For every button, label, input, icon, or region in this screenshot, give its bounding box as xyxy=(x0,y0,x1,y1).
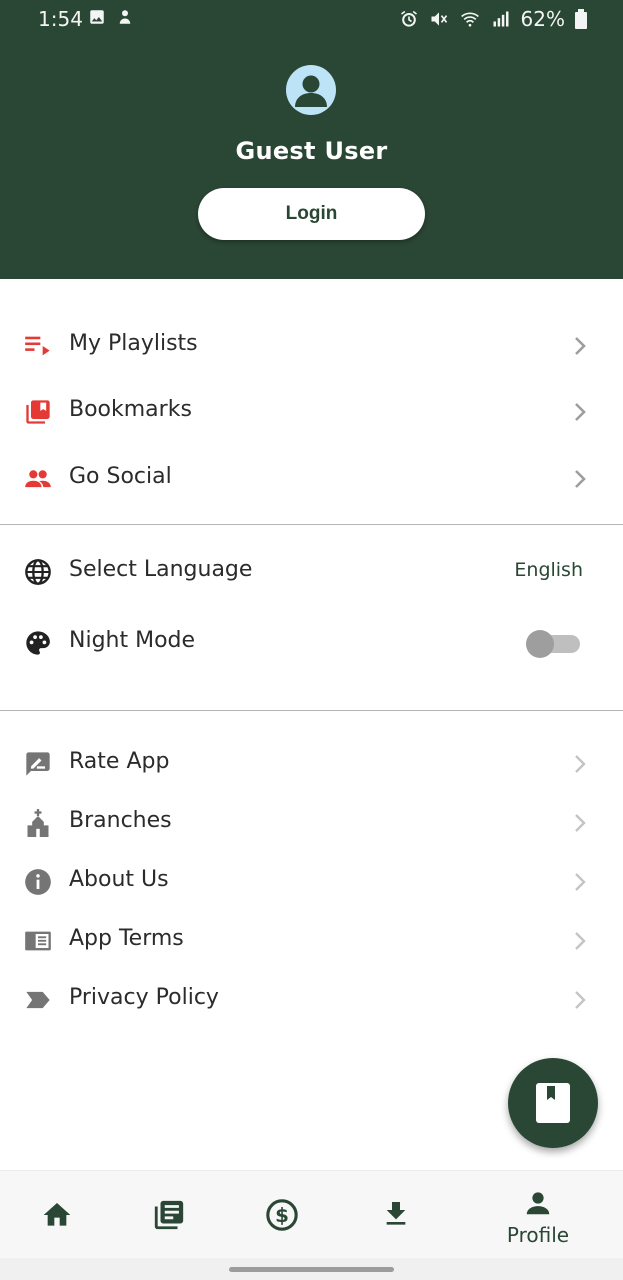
library-books-icon xyxy=(154,1200,184,1230)
wifi-icon xyxy=(460,12,479,27)
church-icon xyxy=(27,809,49,837)
night-mode-label: Night Mode xyxy=(69,628,196,653)
night-mode-row: Night Mode xyxy=(0,613,623,673)
menu-item-label: Rate App xyxy=(69,749,170,774)
menu-item-go-social[interactable]: Go Social xyxy=(0,449,623,509)
avatar[interactable] xyxy=(286,65,336,115)
gallery-icon xyxy=(90,10,104,24)
mute-icon xyxy=(431,12,447,26)
nav-home[interactable] xyxy=(17,1171,97,1259)
menu-item-label: App Terms xyxy=(69,926,184,951)
terms-icon xyxy=(25,931,51,951)
menu-item-label: Privacy Policy xyxy=(69,985,219,1010)
bible-fab-button[interactable] xyxy=(508,1058,598,1148)
label-icon xyxy=(26,991,50,1009)
chevron-right-icon xyxy=(575,814,586,832)
menu-item-rate-app[interactable]: Rate App xyxy=(0,734,623,794)
info-icon xyxy=(25,869,51,895)
dollar-icon: $ xyxy=(266,1199,298,1231)
menu-item-about-us[interactable]: About Us xyxy=(0,852,623,912)
chevron-right-icon xyxy=(575,403,586,421)
chevron-right-icon xyxy=(575,470,586,488)
toggle-knob xyxy=(526,630,554,658)
nav-profile[interactable]: Profile xyxy=(498,1171,578,1259)
select-language-row[interactable]: Select Language English xyxy=(0,542,623,602)
status-bar: 1:54 62% xyxy=(0,0,623,37)
user-avatar-icon xyxy=(295,75,327,107)
language-value[interactable]: English xyxy=(514,559,583,581)
alarm-icon xyxy=(400,10,417,27)
nav-profile-label: Profile xyxy=(506,1223,570,1247)
chevron-right-icon xyxy=(575,755,586,773)
profile-header: Guest User Login xyxy=(0,37,623,279)
rate-review-icon xyxy=(26,752,50,776)
chevron-right-icon xyxy=(575,337,586,355)
select-language-label: Select Language xyxy=(69,557,253,582)
menu-item-label: My Playlists xyxy=(69,331,198,356)
menu-item-label: Bookmarks xyxy=(69,397,192,422)
menu-item-label: About Us xyxy=(69,867,169,892)
menu-item-app-terms[interactable]: App Terms xyxy=(0,911,623,971)
palette-icon xyxy=(26,631,50,655)
playlist-icon xyxy=(25,336,50,356)
menu-item-branches[interactable]: Branches xyxy=(0,793,623,853)
nav-library[interactable] xyxy=(130,1171,210,1259)
svg-text:$: $ xyxy=(275,1204,289,1227)
chevron-right-icon xyxy=(575,991,586,1009)
people-icon xyxy=(25,470,51,488)
menu-item-privacy-policy[interactable]: Privacy Policy xyxy=(0,970,623,1030)
nav-give[interactable]: $ xyxy=(243,1171,323,1259)
section-divider xyxy=(0,710,623,711)
section-divider xyxy=(0,524,623,525)
download-icon xyxy=(386,1202,406,1225)
login-button[interactable]: Login xyxy=(198,188,425,240)
battery-icon xyxy=(575,9,587,29)
status-time: 1:54 xyxy=(38,7,83,31)
battery-percent: 62% xyxy=(520,7,565,31)
nav-downloads[interactable] xyxy=(357,1171,437,1259)
home-gesture-bar[interactable] xyxy=(229,1267,394,1272)
gesture-area xyxy=(0,1258,623,1280)
menu-item-label: Branches xyxy=(69,808,172,833)
book-icon xyxy=(536,1083,570,1123)
home-icon xyxy=(43,1203,71,1226)
menu-item-label: Go Social xyxy=(69,464,172,489)
chevron-right-icon xyxy=(575,932,586,950)
notification-icon xyxy=(119,10,131,24)
bottom-navigation: $ Profile xyxy=(0,1170,623,1259)
bookmarks-icon xyxy=(26,400,50,424)
person-icon xyxy=(526,1192,550,1215)
username-label: Guest User xyxy=(235,137,388,165)
menu-item-bookmarks[interactable]: Bookmarks xyxy=(0,382,623,442)
night-mode-toggle[interactable] xyxy=(526,628,582,658)
signal-icon xyxy=(493,11,509,27)
globe-icon xyxy=(25,559,51,585)
menu-item-my-playlists[interactable]: My Playlists xyxy=(0,316,623,376)
chevron-right-icon xyxy=(575,873,586,891)
